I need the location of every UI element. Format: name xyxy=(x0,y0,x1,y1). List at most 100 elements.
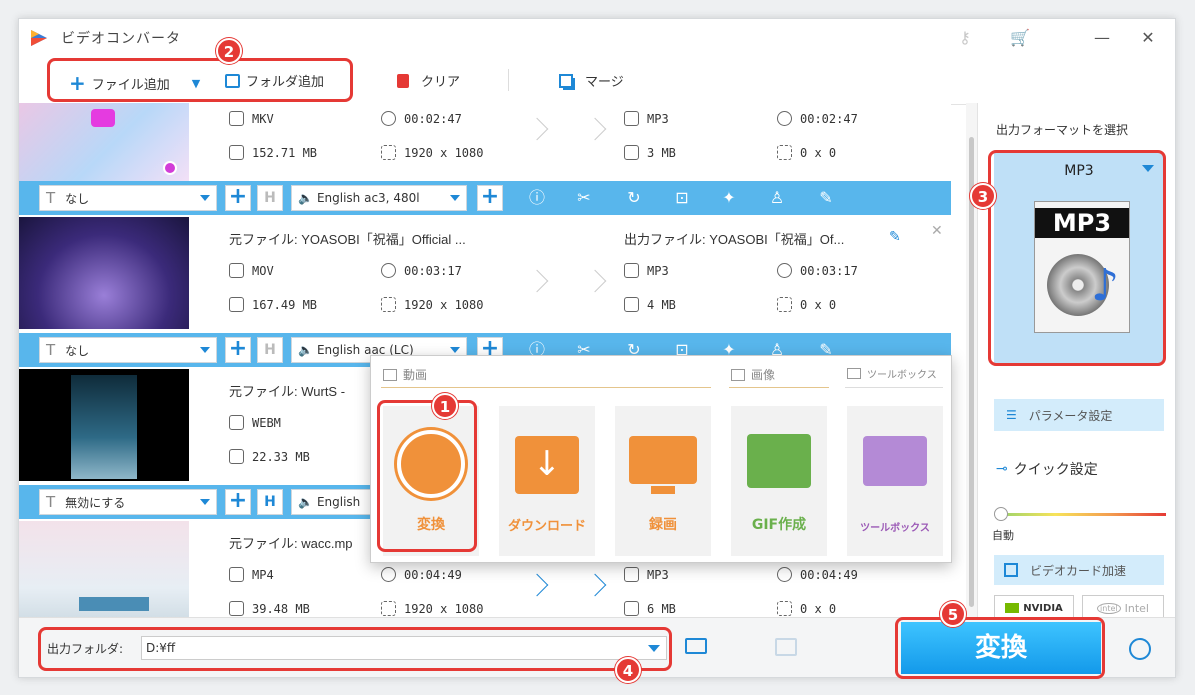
source-format: WEBM xyxy=(229,415,281,430)
hardsub-button[interactable]: H xyxy=(257,489,283,515)
tab-underline xyxy=(381,387,711,388)
clock-icon xyxy=(777,567,792,582)
arrow-icon xyxy=(583,117,607,141)
output-resolution: 0 x 0 xyxy=(777,145,836,160)
scrollbar-thumb[interactable] xyxy=(969,137,974,607)
audio-file-icon xyxy=(624,567,639,582)
source-duration: 00:02:47 xyxy=(381,111,462,126)
trash-icon xyxy=(397,73,409,88)
effects-wand-icon[interactable]: ✦ xyxy=(719,189,739,209)
gif-tile[interactable]: GIF作成 xyxy=(731,406,827,556)
arrow-icon xyxy=(525,573,549,597)
video-file-icon xyxy=(229,567,244,582)
quality-slider-knob[interactable] xyxy=(994,507,1008,521)
toolbox-label: ツールボックス xyxy=(860,523,930,534)
tab-toolbox[interactable]: ツールボックス xyxy=(847,366,937,381)
image-icon xyxy=(731,368,745,381)
clear-button[interactable]: クリア xyxy=(397,71,460,90)
resolution-icon xyxy=(381,145,396,160)
tab-image[interactable]: 画像 xyxy=(731,366,775,383)
toolbar-divider xyxy=(508,69,509,91)
subtitle-edit-icon[interactable]: ✎ xyxy=(816,189,836,209)
video-thumbnail[interactable] xyxy=(19,369,189,481)
edit-filename-icon[interactable]: ✎ xyxy=(889,229,901,245)
folder-icon xyxy=(229,601,244,616)
folder-icon xyxy=(229,449,244,464)
scissors-icon[interactable]: ✂ xyxy=(574,189,594,209)
output-size: 3 MB xyxy=(624,145,676,160)
folder-icon xyxy=(624,297,639,312)
audio-track-select[interactable]: 🔈 English xyxy=(291,489,381,515)
auto-label: 自動 xyxy=(992,529,1014,542)
tab-underline xyxy=(845,387,943,388)
download-icon: ↓ xyxy=(515,436,579,494)
subtitle-select[interactable]: T なし xyxy=(39,185,217,211)
clock-icon xyxy=(381,567,396,582)
film-icon xyxy=(383,368,397,381)
format-panel-title: 出力フォーマットを選択 xyxy=(996,123,1129,137)
resolution-icon xyxy=(381,297,396,312)
add-subtitle-button[interactable]: + xyxy=(225,489,251,515)
watermark-icon[interactable]: ♙ xyxy=(767,189,787,209)
tab-underline xyxy=(729,387,829,388)
info-icon[interactable]: ⓘ xyxy=(527,189,547,209)
toolbox-briefcase-icon xyxy=(863,436,927,486)
add-subtitle-button[interactable]: + xyxy=(225,185,251,211)
gif-image-icon xyxy=(747,434,811,488)
download-tile[interactable]: ↓ ダウンロード xyxy=(499,406,595,556)
hardsub-button[interactable]: H xyxy=(257,185,283,211)
parameter-settings-button[interactable]: ☰ パラメータ設定 xyxy=(994,399,1164,431)
output-duration: 00:03:17 xyxy=(777,263,858,278)
output-resolution: 0 x 0 xyxy=(777,297,836,312)
add-subtitle-button[interactable]: + xyxy=(225,337,251,363)
resolution-icon xyxy=(777,601,792,616)
gpu-accel-button[interactable]: ビデオカード加速 xyxy=(994,555,1164,585)
alarm-clock-icon[interactable] xyxy=(1129,638,1151,660)
app-logo-icon xyxy=(31,30,47,46)
hardsub-button[interactable]: H xyxy=(257,337,283,363)
tab-video[interactable]: 動画 xyxy=(383,366,427,383)
remove-file-icon[interactable]: ✕ xyxy=(931,223,943,239)
output-resolution: 0 x 0 xyxy=(777,601,836,616)
rotate-icon[interactable]: ↻ xyxy=(624,189,644,209)
crop-icon[interactable]: ⊡ xyxy=(672,189,692,209)
annotation-box-1 xyxy=(377,400,477,552)
title-bar: ビデオコンバータ ⚷ 🛒 — ✕ xyxy=(19,19,1175,57)
close-icon[interactable]: ✕ xyxy=(1137,27,1159,49)
output-format: MP3 xyxy=(624,263,669,278)
audio-track-select[interactable]: 🔈 English ac3, 480l xyxy=(291,185,467,211)
cart-icon[interactable]: 🛒 xyxy=(1009,27,1031,49)
video-thumbnail[interactable] xyxy=(19,217,189,329)
annotation-badge-2: 2 xyxy=(216,38,242,64)
video-thumbnail[interactable] xyxy=(19,103,189,181)
video-folder-icon[interactable] xyxy=(775,638,797,656)
scrollbar[interactable] xyxy=(966,103,977,617)
source-resolution: 1920 x 1080 xyxy=(381,601,483,616)
source-size: 167.49 MB xyxy=(229,297,317,312)
source-resolution: 1920 x 1080 xyxy=(381,297,483,312)
output-format: MP3 xyxy=(624,567,669,582)
source-resolution: 1920 x 1080 xyxy=(381,145,483,160)
nvidia-logo-icon xyxy=(1005,603,1020,613)
open-folder-icon[interactable] xyxy=(685,638,707,654)
audio-file-icon xyxy=(624,111,639,126)
minimize-icon[interactable]: — xyxy=(1091,27,1113,49)
folder-icon xyxy=(624,601,639,616)
subtitle-select[interactable]: T 無効にする xyxy=(39,489,217,515)
resolution-icon xyxy=(777,145,792,160)
audio-file-icon xyxy=(624,263,639,278)
key-icon[interactable]: ⚷ xyxy=(954,27,976,49)
record-tile[interactable]: 録画 xyxy=(615,406,711,556)
merge-button[interactable]: マージ xyxy=(559,71,624,90)
annotation-box-3 xyxy=(988,150,1166,366)
screen-record-icon xyxy=(629,436,697,484)
record-label: 録画 xyxy=(649,517,677,533)
subtitle-select[interactable]: T なし xyxy=(39,337,217,363)
quality-slider[interactable] xyxy=(1000,513,1166,516)
toolbox-tile[interactable]: ツールボックス xyxy=(847,406,943,556)
source-filename: 元ファイル: YOASOBI「祝福」Official ... xyxy=(229,232,466,247)
video-thumbnail[interactable] xyxy=(19,521,189,617)
quick-settings-label: ⊸ クイック設定 xyxy=(996,461,1098,478)
add-audio-button[interactable]: + xyxy=(477,185,503,211)
annotation-badge-1: 1 xyxy=(432,393,458,419)
